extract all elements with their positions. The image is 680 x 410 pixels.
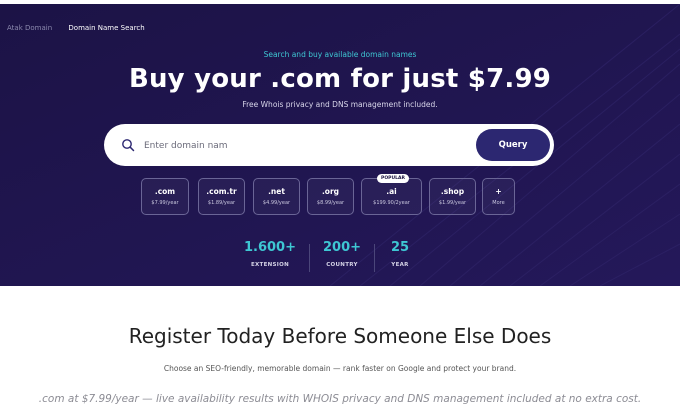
hero-description: Free Whois privacy and DNS management in… — [242, 100, 438, 109]
page-title: Buy your .com for just $7.99 — [128, 64, 552, 94]
tld-card-net[interactable]: .net $4.99/year — [253, 178, 300, 215]
tld-name: .com — [154, 187, 176, 196]
tld-price: $7.99/year — [151, 200, 179, 206]
tld-name: .com.tr — [206, 187, 237, 196]
stat-label: COUNTRY — [326, 262, 358, 268]
stat-years: 25 YEAR — [385, 240, 415, 268]
stat-extensions: 1.600+ EXTENSION — [240, 240, 300, 268]
hero-kicker: Search and buy available domain names — [263, 50, 417, 59]
tld-card-shop[interactable]: .shop $1.99/year — [429, 178, 476, 215]
tld-name: .net — [268, 187, 285, 196]
domain-search-input[interactable] — [142, 135, 466, 157]
tld-name: .org — [321, 187, 340, 196]
stat-value: 1.600+ — [243, 240, 296, 255]
tld-card-ai[interactable]: .ai $199.90/2year — [361, 178, 422, 215]
popular-badge: POPULAR — [377, 174, 409, 183]
more-label: More — [492, 200, 505, 206]
tld-name: .ai — [386, 187, 397, 196]
stat-label: EXTENSION — [250, 262, 290, 268]
stat-label: YEAR — [391, 262, 409, 268]
tld-name: .shop — [440, 187, 465, 196]
section-title: Register Today Before Someone Else Does — [128, 324, 552, 348]
stat-value: 25 — [390, 240, 410, 255]
stat-countries: 200+ COUNTRY — [317, 240, 367, 268]
tld-price: $1.99/year — [438, 200, 467, 206]
tld-price: $199.90/2year — [373, 200, 410, 206]
more-tlds-button[interactable]: + More — [482, 178, 515, 215]
stat-value: 200+ — [322, 240, 362, 255]
breadcrumb-current: Domain Name Search — [68, 24, 145, 32]
breadcrumb-home[interactable]: Atak Domain — [7, 24, 52, 32]
tld-card-com[interactable]: .com $7.99/year — [141, 178, 189, 215]
stat-divider — [374, 244, 375, 272]
domain-search-bar: Query — [104, 124, 554, 166]
section-subtitle: Choose an SEO-friendly, memorable domain… — [163, 364, 517, 373]
tld-card-com-tr[interactable]: .com.tr $1.89/year — [198, 178, 245, 215]
tld-price: $8.99/year — [316, 200, 345, 206]
pricing-note: .com at $7.99/year — live availability r… — [38, 393, 642, 405]
query-button[interactable]: Query — [476, 129, 550, 161]
search-icon — [122, 139, 135, 152]
tld-price: $4.99/year — [262, 200, 291, 206]
stat-divider — [309, 244, 310, 272]
plus-icon: + — [495, 187, 502, 196]
hero-section: Atak Domain Domain Name Search Search an… — [0, 4, 680, 286]
breadcrumb: Atak Domain Domain Name Search — [7, 24, 145, 32]
tld-card-org[interactable]: .org $8.99/year — [307, 178, 354, 215]
tld-price: $1.89/year — [207, 200, 236, 206]
